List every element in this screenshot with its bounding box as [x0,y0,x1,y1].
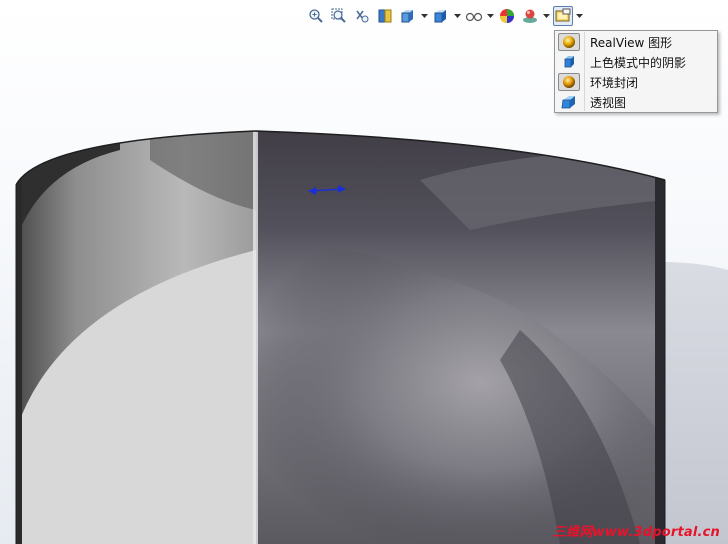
view-orientation-button[interactable] [398,6,418,26]
watermark-text: 三维网www.3dportal.cn [552,525,720,540]
menu-item-label: RealView 图形 [590,35,673,50]
perspective-cube-icon [558,93,580,111]
previous-view-button[interactable] [352,6,372,26]
zoom-to-area-icon [331,8,347,24]
menu-item-label: 上色模式中的阴影 [590,55,687,70]
zoom-to-fit-button[interactable] [306,6,326,26]
previous-view-icon [354,8,370,24]
menu-item-ambient-occlusion[interactable]: 环境封闭 [555,72,717,92]
view-settings-icon [555,8,571,24]
view-orientation-icon [400,8,416,24]
display-style-icon [433,8,449,24]
chevron-down-icon[interactable] [487,6,494,26]
menu-item-label: 透视图 [590,95,627,110]
zoom-to-area-button[interactable] [329,6,349,26]
hide-show-items-button[interactable] [464,6,484,26]
ambient-occlusion-sphere-icon [558,73,580,91]
edit-appearance-button[interactable] [497,6,517,26]
view-settings-button[interactable] [553,6,573,26]
shadows-shaded-cube-icon [558,53,580,71]
section-view-icon [377,8,393,24]
apply-scene-button[interactable] [520,6,540,26]
heads-up-view-toolbar [306,4,583,28]
chevron-down-icon[interactable] [543,6,550,26]
zoom-to-fit-icon [308,8,324,24]
realview-sphere-icon [558,33,580,51]
hide-show-items-icon [465,8,483,24]
menu-item-realview[interactable]: RealView 图形 [555,32,717,52]
edit-appearance-icon [499,8,515,24]
section-view-button[interactable] [375,6,395,26]
display-style-button[interactable] [431,6,451,26]
chevron-down-icon[interactable] [576,6,583,26]
chevron-down-icon[interactable] [454,6,461,26]
menu-item-label: 环境封闭 [590,75,639,90]
cylinder-model[interactable] [16,120,666,544]
view-settings-dropdown: RealView 图形 上色模式中的阴影 环境封闭 透视图 [554,30,718,113]
menu-item-perspective[interactable]: 透视图 [555,92,717,112]
chevron-down-icon[interactable] [421,6,428,26]
menu-item-shadows-in-shaded-mode[interactable]: 上色模式中的阴影 [555,52,717,72]
apply-scene-icon [522,8,538,24]
